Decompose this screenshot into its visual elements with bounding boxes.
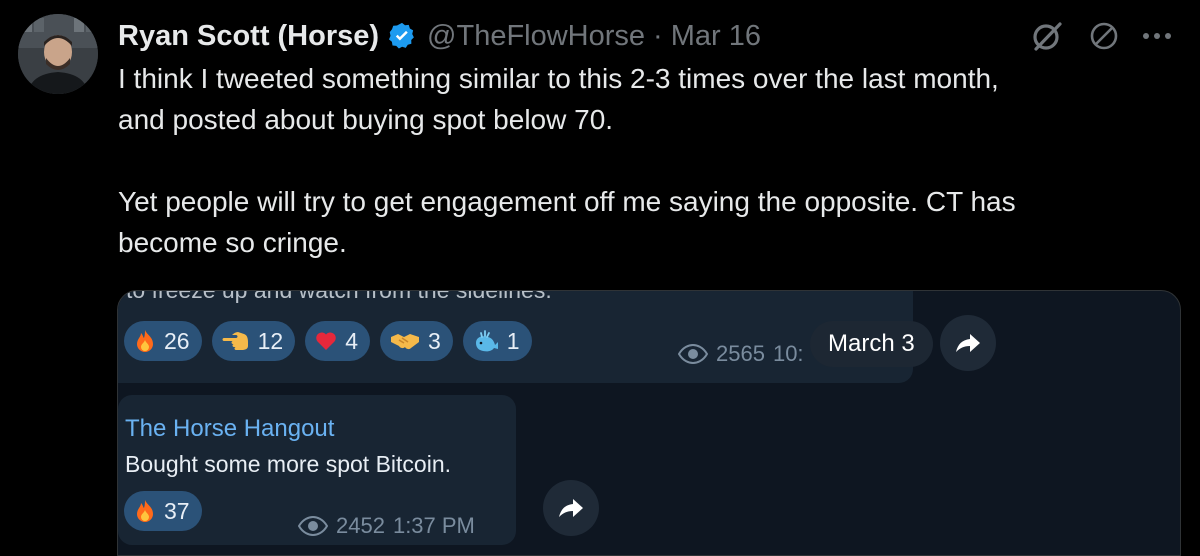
tweet-line: and posted about buying spot below 70. xyxy=(118,104,614,135)
separator-dot: · xyxy=(653,19,663,52)
share-arrow-icon xyxy=(559,499,583,517)
eye-icon xyxy=(678,344,708,364)
fire-icon xyxy=(134,329,156,353)
tweet-text: I think I tweeted something similar to t… xyxy=(118,58,1178,263)
view-count: 2565 xyxy=(716,341,765,366)
verified-badge-icon[interactable] xyxy=(387,21,417,51)
telegram-message-bubble: to freeze up and watch from the sideline… xyxy=(118,291,913,383)
channel-name[interactable]: The Horse Hangout xyxy=(125,415,334,443)
message-views: 2565 10: xyxy=(678,341,804,367)
reaction-count: 12 xyxy=(257,327,284,354)
reaction-list: 37 xyxy=(124,491,202,531)
cut-off-message-text: to freeze up and watch from the sideline… xyxy=(126,290,552,303)
share-button[interactable] xyxy=(543,480,599,536)
message-views: 2452 1:37 PM xyxy=(298,513,475,539)
reaction-count: 37 xyxy=(164,497,190,524)
whale-icon xyxy=(473,329,499,353)
pointing-hand-icon xyxy=(222,330,250,352)
tweet: Ryan Scott (Horse) @TheFlowHorse · Mar 1… xyxy=(0,0,1200,556)
eye-icon xyxy=(298,516,328,536)
date-separator-pill: March 3 xyxy=(810,321,933,367)
avatar[interactable] xyxy=(18,14,98,94)
reaction-count: 26 xyxy=(164,327,190,354)
reaction-count: 3 xyxy=(427,327,441,354)
tweet-header: Ryan Scott (Horse) @TheFlowHorse · Mar 1… xyxy=(118,16,761,56)
reaction-fire[interactable]: 26 xyxy=(124,321,202,361)
tweet-line: Yet people will try to get engagement of… xyxy=(118,186,1016,217)
more-icon[interactable] xyxy=(1142,31,1172,41)
display-name[interactable]: Ryan Scott (Horse) xyxy=(118,20,379,53)
reaction-handshake[interactable]: 3 xyxy=(379,321,453,361)
tweet-line: I think I tweeted something similar to t… xyxy=(118,63,999,94)
handle[interactable]: @TheFlowHorse xyxy=(427,20,645,53)
reaction-whale[interactable]: 1 xyxy=(462,321,532,361)
reaction-list: 26 12 4 3 1 xyxy=(124,321,532,361)
block-icon[interactable] xyxy=(1088,20,1120,52)
message-time: 1:37 PM xyxy=(392,513,475,538)
reaction-count: 1 xyxy=(506,327,520,354)
grok-icon[interactable] xyxy=(1030,18,1066,54)
message-time-partial: 10: xyxy=(772,341,804,366)
heart-icon xyxy=(315,331,337,351)
reaction-heart[interactable]: 4 xyxy=(305,321,370,361)
avatar-image xyxy=(18,14,98,94)
tweet-media-image[interactable]: to freeze up and watch from the sideline… xyxy=(117,290,1181,556)
share-arrow-icon xyxy=(956,334,980,352)
telegram-message-bubble: The Horse Hangout Bought some more spot … xyxy=(118,395,516,545)
message-text: Bought some more spot Bitcoin. xyxy=(125,451,451,477)
reaction-fire[interactable]: 37 xyxy=(124,491,202,531)
tweet-line: become so cringe. xyxy=(118,227,347,258)
fire-icon xyxy=(134,499,156,523)
header-actions xyxy=(1030,18,1172,54)
share-button[interactable] xyxy=(940,315,996,371)
view-count: 2452 xyxy=(336,513,385,538)
handshake-icon xyxy=(390,331,420,351)
tweet-date[interactable]: Mar 16 xyxy=(671,20,761,53)
reaction-count: 4 xyxy=(345,327,358,354)
reaction-pointing-hand[interactable]: 12 xyxy=(211,321,296,361)
